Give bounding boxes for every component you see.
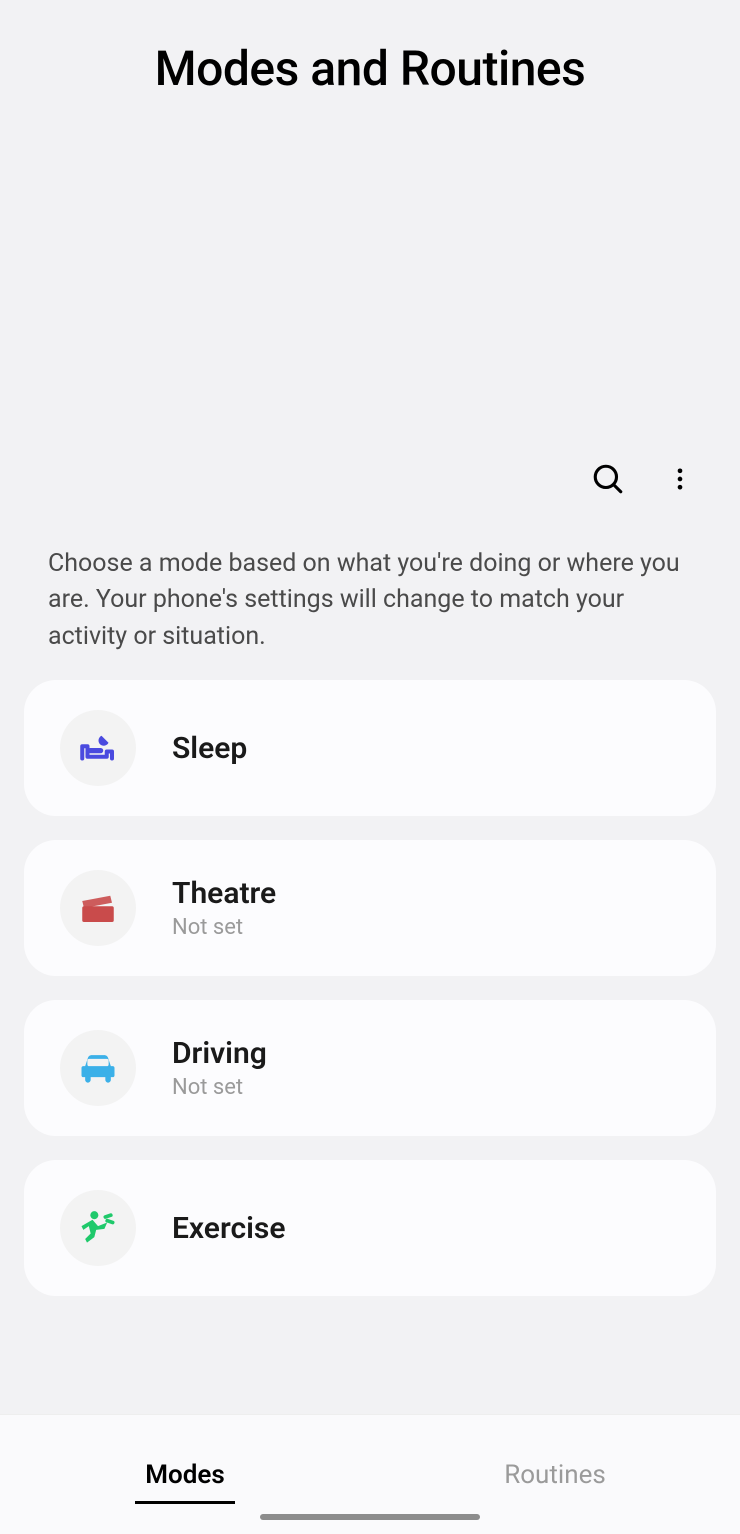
mode-item-label: Sleep bbox=[172, 731, 247, 766]
home-indicator[interactable] bbox=[260, 1514, 480, 1520]
page-title: Modes and Routines bbox=[0, 0, 740, 97]
description-text: Choose a mode based on what you're doing… bbox=[48, 546, 692, 655]
search-icon bbox=[591, 462, 625, 499]
more-options-button[interactable] bbox=[660, 460, 700, 500]
search-button[interactable] bbox=[588, 460, 628, 500]
exercise-icon bbox=[60, 1190, 136, 1266]
tab-label: Modes bbox=[145, 1460, 224, 1490]
mode-item-label: Theatre bbox=[172, 876, 276, 911]
mode-item-sub: Not set bbox=[172, 1075, 267, 1100]
mode-item-sleep[interactable]: Sleep bbox=[24, 680, 716, 816]
more-vertical-icon bbox=[666, 465, 694, 496]
mode-item-label: Exercise bbox=[172, 1211, 285, 1246]
mode-item-label: Driving bbox=[172, 1036, 267, 1071]
mode-item-exercise[interactable]: Exercise bbox=[24, 1160, 716, 1296]
mode-item-sub: Not set bbox=[172, 915, 276, 940]
toolbar bbox=[588, 460, 700, 500]
sleep-icon bbox=[60, 710, 136, 786]
mode-item-driving[interactable]: Driving Not set bbox=[24, 1000, 716, 1136]
theatre-icon bbox=[60, 870, 136, 946]
car-icon bbox=[60, 1030, 136, 1106]
mode-list: Sleep Theatre Not set Driving Not set bbox=[24, 680, 716, 1296]
mode-item-theatre[interactable]: Theatre Not set bbox=[24, 840, 716, 976]
tab-label: Routines bbox=[504, 1460, 606, 1490]
